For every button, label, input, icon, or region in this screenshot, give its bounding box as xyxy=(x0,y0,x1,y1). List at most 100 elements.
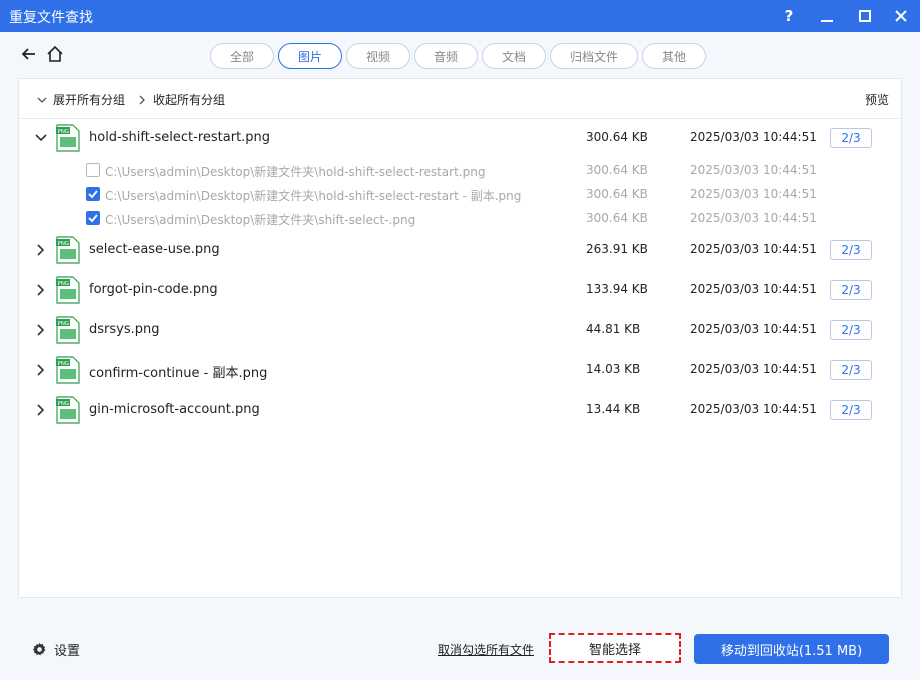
item-date: 2025/03/03 10:44:51 xyxy=(690,163,817,177)
chevron-right-icon[interactable] xyxy=(33,242,49,258)
chevron-right-icon[interactable] xyxy=(33,402,49,418)
file-group-row[interactable]: PNG dsrsys.png 44.81 KB 2025/03/03 10:44… xyxy=(19,310,901,350)
item-path: C:\Users\admin\Desktop\新建文件夹\shift-selec… xyxy=(105,213,416,227)
group-file-date: 2025/03/03 10:44:51 xyxy=(690,402,817,416)
move-to-recycle-bin-button[interactable]: 移动到回收站(1.51 MB) xyxy=(694,634,889,664)
group-file-name: dsrsys.png xyxy=(89,322,160,337)
file-group-row[interactable]: PNG select-ease-use.png 263.91 KB 2025/0… xyxy=(19,230,901,270)
group-file-name: hold-shift-select-restart.png xyxy=(89,130,271,145)
item-path: C:\Users\admin\Desktop\新建文件夹\hold-shift-… xyxy=(105,189,522,203)
item-path: C:\Users\admin\Desktop\新建文件夹\hold-shift-… xyxy=(105,165,486,179)
chevron-right-icon[interactable] xyxy=(33,322,49,338)
chevron-down-icon xyxy=(37,97,47,103)
duplicate-count-badge[interactable]: 2/3 xyxy=(830,320,872,340)
chevron-down-icon[interactable] xyxy=(33,130,49,146)
title-bar: 重复文件查找 ? xyxy=(0,0,920,32)
help-button[interactable]: ? xyxy=(770,0,808,32)
item-size: 300.64 KB xyxy=(586,163,648,177)
group-file-size: 300.64 KB xyxy=(586,130,648,144)
png-file-icon: PNG xyxy=(56,356,80,384)
checkmark-icon xyxy=(88,214,98,223)
gear-icon xyxy=(32,642,46,656)
settings-button[interactable]: 设置 xyxy=(32,640,80,659)
group-file-date: 2025/03/03 10:44:51 xyxy=(690,282,817,296)
file-group-row[interactable]: PNG hold-shift-select-restart.png 300.64… xyxy=(19,118,901,158)
close-button[interactable] xyxy=(882,0,920,32)
png-file-icon: PNG xyxy=(56,236,80,264)
png-icon-label: PNG xyxy=(58,129,70,135)
file-group-row[interactable]: PNG gin-microsoft-account.png 13.44 KB 2… xyxy=(19,390,901,430)
group-file-date: 2025/03/03 10:44:51 xyxy=(690,322,817,336)
item-size: 300.64 KB xyxy=(586,211,648,225)
duplicate-count-badge[interactable]: 2/3 xyxy=(830,240,872,260)
item-date: 2025/03/03 10:44:51 xyxy=(690,187,817,201)
duplicate-count-badge[interactable]: 2/3 xyxy=(830,280,872,300)
item-checkbox[interactable] xyxy=(86,211,100,225)
png-file-icon: PNG xyxy=(56,316,80,344)
list-header: 展开所有分组 收起所有分组 预览 xyxy=(19,79,901,119)
window-title: 重复文件查找 xyxy=(9,10,93,26)
item-checkbox[interactable] xyxy=(86,163,100,177)
png-file-icon: PNG xyxy=(56,124,80,152)
category-tabs: 全部 图片 视频 音频 文档 归档文件 其他 xyxy=(210,43,710,69)
group-file-date: 2025/03/03 10:44:51 xyxy=(690,242,817,256)
duplicate-count-badge[interactable]: 2/3 xyxy=(830,128,872,148)
group-file-size: 44.81 KB xyxy=(586,322,641,336)
duplicate-item-row[interactable]: C:\Users\admin\Desktop\新建文件夹\shift-selec… xyxy=(19,206,901,230)
back-button[interactable] xyxy=(19,44,39,64)
group-file-size: 263.91 KB xyxy=(586,242,648,256)
group-file-name: confirm-continue - 副本.png xyxy=(89,366,268,381)
file-group-row[interactable]: PNG confirm-continue - 副本.png 14.03 KB 2… xyxy=(19,350,901,390)
group-file-name: forgot-pin-code.png xyxy=(89,282,218,297)
tab-archives[interactable]: 归档文件 xyxy=(550,43,638,69)
group-file-date: 2025/03/03 10:44:51 xyxy=(690,130,817,144)
group-file-name: select-ease-use.png xyxy=(89,242,220,257)
chevron-right-icon[interactable] xyxy=(33,282,49,298)
chevron-right-icon[interactable] xyxy=(33,362,49,378)
duplicate-list-panel: 展开所有分组 收起所有分组 预览 PNG hold-shift-select-r… xyxy=(18,78,902,598)
duplicate-count-badge[interactable]: 2/3 xyxy=(830,360,872,380)
tab-images[interactable]: 图片 xyxy=(278,43,342,69)
footer-bar: 设置 取消勾选所有文件 智能选择 移动到回收站(1.51 MB) xyxy=(0,598,920,680)
maximize-button[interactable] xyxy=(846,0,884,32)
tab-audio[interactable]: 音频 xyxy=(414,43,478,69)
toolbar: 全部 图片 视频 音频 文档 归档文件 其他 xyxy=(0,32,920,78)
duplicate-count-badge[interactable]: 2/3 xyxy=(830,400,872,420)
group-file-size: 133.94 KB xyxy=(586,282,648,296)
png-file-icon: PNG xyxy=(56,276,80,304)
home-button[interactable] xyxy=(45,44,65,64)
item-date: 2025/03/03 10:44:51 xyxy=(690,211,817,225)
png-icon-label: PNG xyxy=(58,281,70,287)
checkmark-icon xyxy=(88,190,98,199)
smart-select-button[interactable]: 智能选择 xyxy=(549,633,681,663)
duplicate-item-row[interactable]: C:\Users\admin\Desktop\新建文件夹\hold-shift-… xyxy=(19,182,901,206)
preview-button[interactable]: 预览 xyxy=(865,91,889,108)
tab-others[interactable]: 其他 xyxy=(642,43,706,69)
arrow-left-icon xyxy=(22,48,35,60)
minimize-icon xyxy=(821,20,833,22)
home-icon xyxy=(47,46,63,62)
png-icon-label: PNG xyxy=(58,361,70,367)
file-group-row[interactable]: PNG forgot-pin-code.png 133.94 KB 2025/0… xyxy=(19,270,901,310)
minimize-button[interactable] xyxy=(808,0,846,32)
group-file-date: 2025/03/03 10:44:51 xyxy=(690,362,817,376)
item-checkbox[interactable] xyxy=(86,187,100,201)
chevron-right-icon xyxy=(139,95,145,104)
collapse-all-button[interactable]: 收起所有分组 xyxy=(137,91,225,108)
close-icon xyxy=(895,10,907,22)
expand-all-button[interactable]: 展开所有分组 xyxy=(37,91,125,108)
tab-all[interactable]: 全部 xyxy=(210,43,274,69)
duplicate-item-row[interactable]: C:\Users\admin\Desktop\新建文件夹\hold-shift-… xyxy=(19,158,901,182)
group-file-size: 14.03 KB xyxy=(586,362,641,376)
settings-label: 设置 xyxy=(54,644,81,659)
png-icon-label: PNG xyxy=(58,321,70,327)
png-icon-label: PNG xyxy=(58,401,70,407)
tab-videos[interactable]: 视频 xyxy=(346,43,410,69)
png-icon-label: PNG xyxy=(58,241,70,247)
png-file-icon: PNG xyxy=(56,396,80,424)
deselect-all-link[interactable]: 取消勾选所有文件 xyxy=(438,641,534,658)
expand-all-label: 展开所有分组 xyxy=(53,93,126,107)
tab-documents[interactable]: 文档 xyxy=(482,43,546,69)
group-file-size: 13.44 KB xyxy=(586,402,641,416)
collapse-all-label: 收起所有分组 xyxy=(153,93,226,107)
